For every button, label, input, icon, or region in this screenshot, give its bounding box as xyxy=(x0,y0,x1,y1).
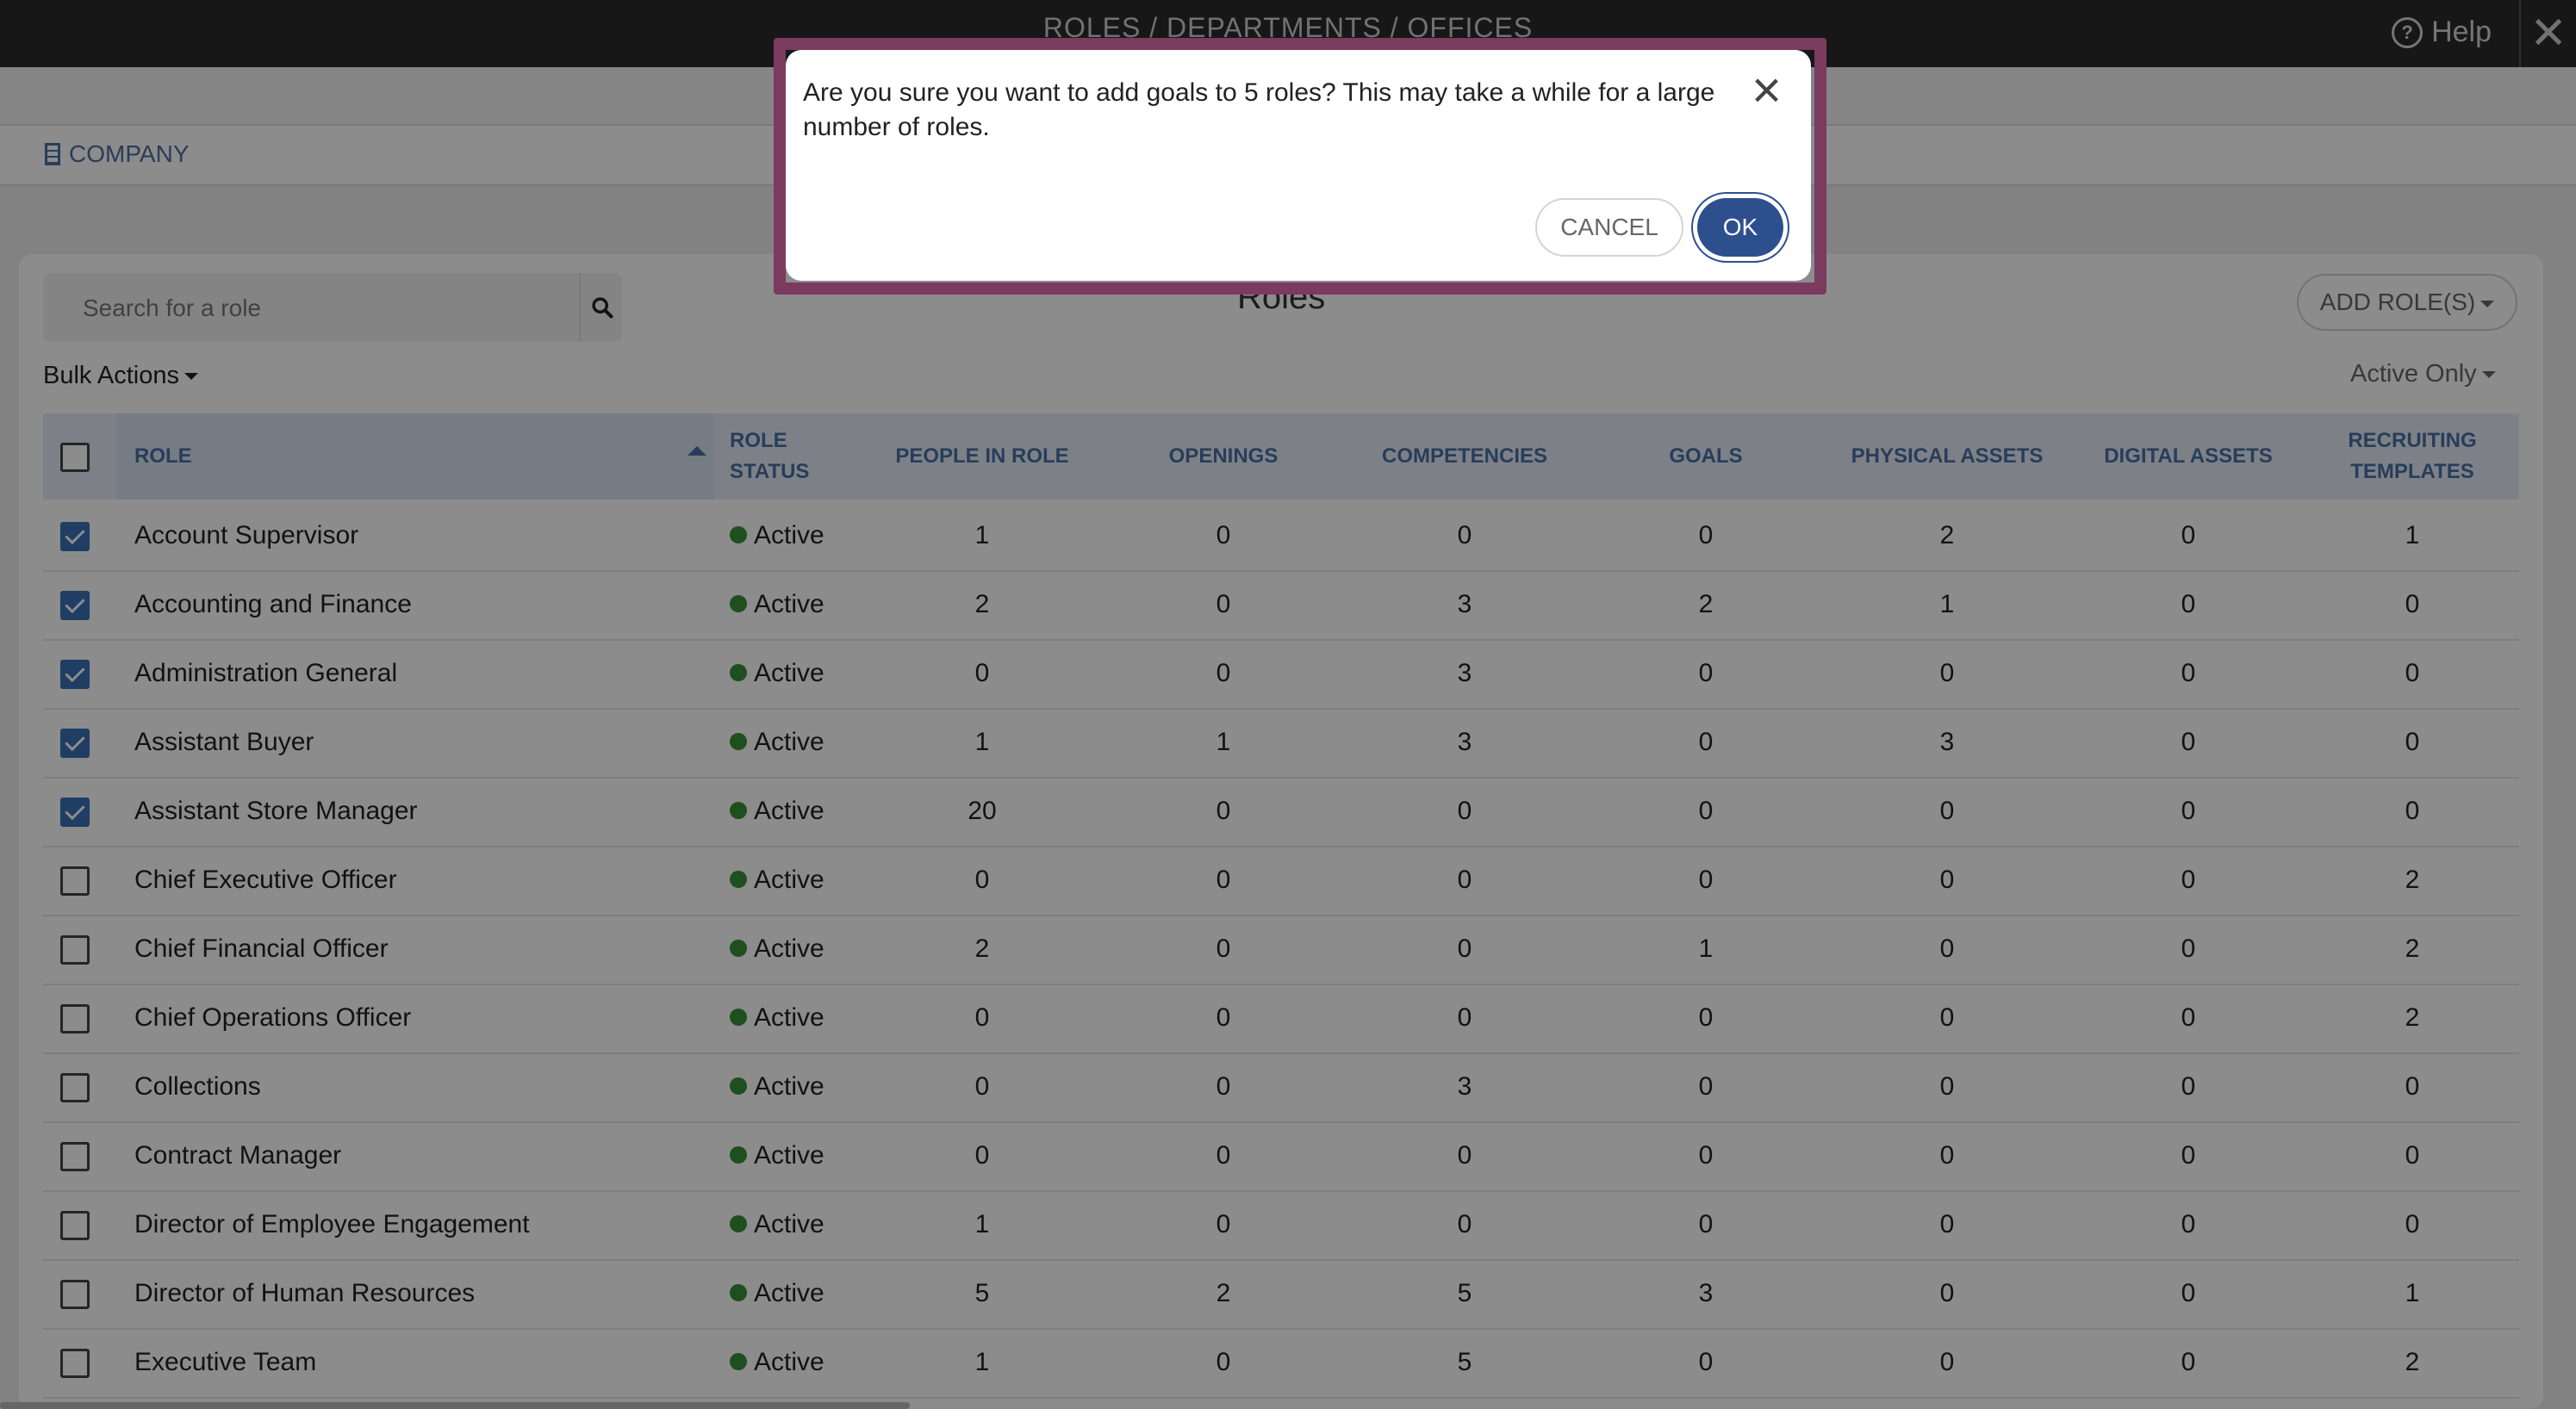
close-icon[interactable]: × xyxy=(1752,60,1782,120)
cancel-button[interactable]: CANCEL xyxy=(1535,198,1683,257)
confirm-dialog: Are you sure you want to add goals to 5 … xyxy=(786,50,1811,281)
ok-button[interactable]: OK xyxy=(1697,198,1783,257)
confirm-message: Are you sure you want to add goals to 5 … xyxy=(803,78,1715,141)
